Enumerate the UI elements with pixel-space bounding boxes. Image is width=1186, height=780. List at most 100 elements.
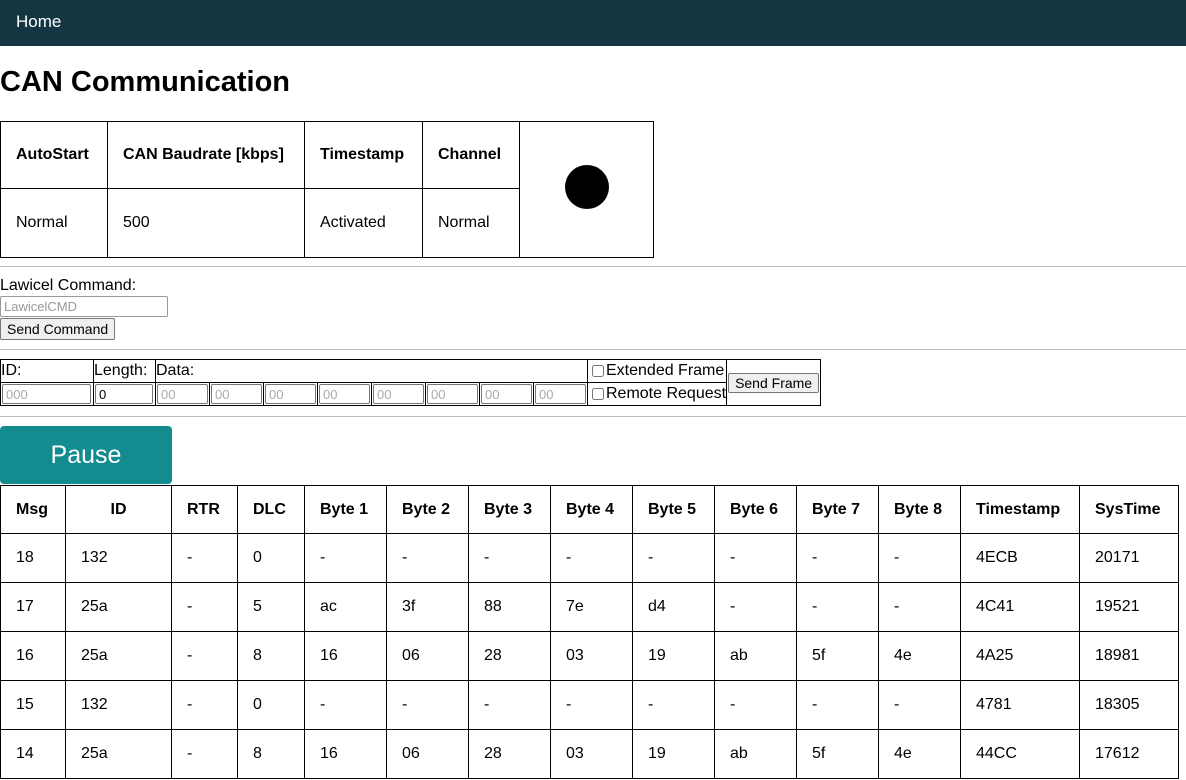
cell-dlc: 0	[237, 533, 305, 583]
header-timestamp: Timestamp	[304, 121, 423, 189]
col-byte-3: Byte 3	[468, 485, 551, 534]
cell-byte-2: 06	[386, 729, 469, 779]
cell-byte-6: ab	[714, 631, 797, 681]
message-table: Msg ID RTR DLC Byte 1 Byte 2 Byte 3 Byte…	[0, 485, 1179, 779]
remote-request-cell: Remote Request	[586, 382, 728, 406]
cell-byte-3: -	[468, 680, 551, 730]
status-led-icon	[564, 165, 609, 209]
data-byte-3-input[interactable]	[265, 384, 316, 404]
cell-byte-6: ab	[714, 729, 797, 779]
table-row: 17 25a -5 ac 3f 88 7e d4- - -4C41 19521	[0, 582, 1179, 632]
cell-systime: 19521	[1079, 582, 1179, 632]
col-systime: SysTime	[1079, 485, 1179, 534]
cell-byte-7: -	[796, 582, 879, 632]
col-byte-1: Byte 1	[304, 485, 387, 534]
cell-dlc: 8	[237, 729, 305, 779]
frame-id-label: ID:	[0, 359, 94, 383]
cell-byte-5: -	[632, 680, 715, 730]
send-frame-button[interactable]: Send Frame	[728, 372, 820, 393]
cell-msg: 15	[0, 680, 66, 730]
frame-id-input[interactable]	[2, 384, 91, 404]
cell-byte-7: -	[796, 533, 879, 583]
col-byte-6: Byte 6	[714, 485, 797, 534]
table-row: 16 25a -8 16 06 28 03 19 ab 5f 4e 4A25 18981	[0, 631, 1179, 681]
cell-dlc: 8	[237, 631, 305, 681]
remote-request-checkbox[interactable]	[592, 387, 604, 400]
data-byte-6-input[interactable]	[427, 384, 478, 404]
send-command-button[interactable]: Send Command	[0, 318, 116, 340]
cell-byte-8: -	[878, 533, 961, 583]
cell-timestamp: 44CC	[960, 729, 1080, 779]
cell-byte-8: -	[878, 680, 961, 730]
extended-frame-checkbox[interactable]	[592, 364, 604, 377]
divider	[0, 349, 1186, 350]
col-msg: Msg	[0, 485, 66, 534]
data-byte-1-input[interactable]	[157, 384, 208, 404]
header-channel: Channel	[422, 121, 520, 189]
cell-byte-1: 16	[304, 631, 387, 681]
col-rtr: RTR	[171, 485, 238, 534]
data-byte-7-input[interactable]	[481, 384, 532, 404]
cell-byte-3: 28	[468, 729, 551, 779]
table-row: 15 132-0- - - - - - - -4781 18305	[0, 680, 1179, 730]
col-byte-8: Byte 8	[878, 485, 961, 534]
cell-byte-4: 03	[550, 631, 633, 681]
value-autostart: Normal	[0, 188, 108, 258]
cell-msg: 17	[0, 582, 66, 632]
data-byte-2-input[interactable]	[211, 384, 262, 404]
frame-length-label: Length:	[93, 359, 156, 383]
cell-systime: 18981	[1079, 631, 1179, 681]
cell-systime: 18305	[1079, 680, 1179, 730]
extended-frame-label: Extended Frame	[606, 362, 725, 379]
cell-byte-8: -	[878, 582, 961, 632]
cell-rtr: -	[171, 631, 238, 681]
home-link[interactable]: Home	[16, 12, 61, 32]
header-autostart: AutoStart	[0, 121, 108, 189]
cell-byte-1: -	[304, 533, 387, 583]
send-frame-cell: Send Frame	[726, 359, 822, 406]
cell-byte-8: 4e	[878, 631, 961, 681]
cell-byte-1: -	[304, 680, 387, 730]
data-byte-4-input[interactable]	[319, 384, 370, 404]
data-byte-5-input[interactable]	[373, 384, 424, 404]
cell-rtr: -	[171, 729, 238, 779]
cell-byte-6: -	[714, 533, 797, 583]
cell-byte-6: -	[714, 582, 797, 632]
frame-length-input[interactable]	[95, 384, 153, 404]
divider	[0, 266, 1186, 267]
cell-byte-5: -	[632, 533, 715, 583]
cell-byte-4: -	[550, 533, 633, 583]
cell-dlc: 5	[237, 582, 305, 632]
data-byte-8-input[interactable]	[535, 384, 586, 404]
frame-data-label: Data:	[155, 359, 588, 383]
cell-id: 25a	[65, 631, 172, 681]
value-baudrate: 500	[107, 188, 305, 258]
status-table: AutoStart CAN Baudrate [kbps] Timestamp …	[0, 121, 654, 258]
divider	[0, 416, 1186, 417]
cell-byte-4: 7e	[550, 582, 633, 632]
cell-byte-5: 19	[632, 631, 715, 681]
cell-byte-1: ac	[304, 582, 387, 632]
pause-button[interactable]: Pause	[0, 426, 172, 484]
header-baudrate: CAN Baudrate [kbps]	[107, 121, 305, 189]
top-nav-bar: Home	[0, 0, 1186, 46]
col-byte-5: Byte 5	[632, 485, 715, 534]
cell-msg: 14	[0, 729, 66, 779]
col-byte-2: Byte 2	[386, 485, 469, 534]
lawicel-command-input[interactable]	[0, 296, 168, 317]
cell-id: 25a	[65, 582, 172, 632]
cell-byte-7: 5f	[796, 729, 879, 779]
cell-msg: 16	[0, 631, 66, 681]
lawicel-command-label: Lawicel Command:	[0, 277, 137, 294]
col-dlc: DLC	[237, 485, 305, 534]
cell-byte-6: -	[714, 680, 797, 730]
extended-frame-cell: Extended Frame	[586, 359, 728, 383]
cell-byte-3: -	[468, 533, 551, 583]
cell-timestamp: 4781	[960, 680, 1080, 730]
cell-byte-1: 16	[304, 729, 387, 779]
cell-rtr: -	[171, 680, 238, 730]
cell-byte-2: 3f	[386, 582, 469, 632]
cell-dlc: 0	[237, 680, 305, 730]
cell-byte-7: -	[796, 680, 879, 730]
frame-send-table: ID: Length: Data: Extended Frame Send Fr…	[0, 359, 822, 406]
